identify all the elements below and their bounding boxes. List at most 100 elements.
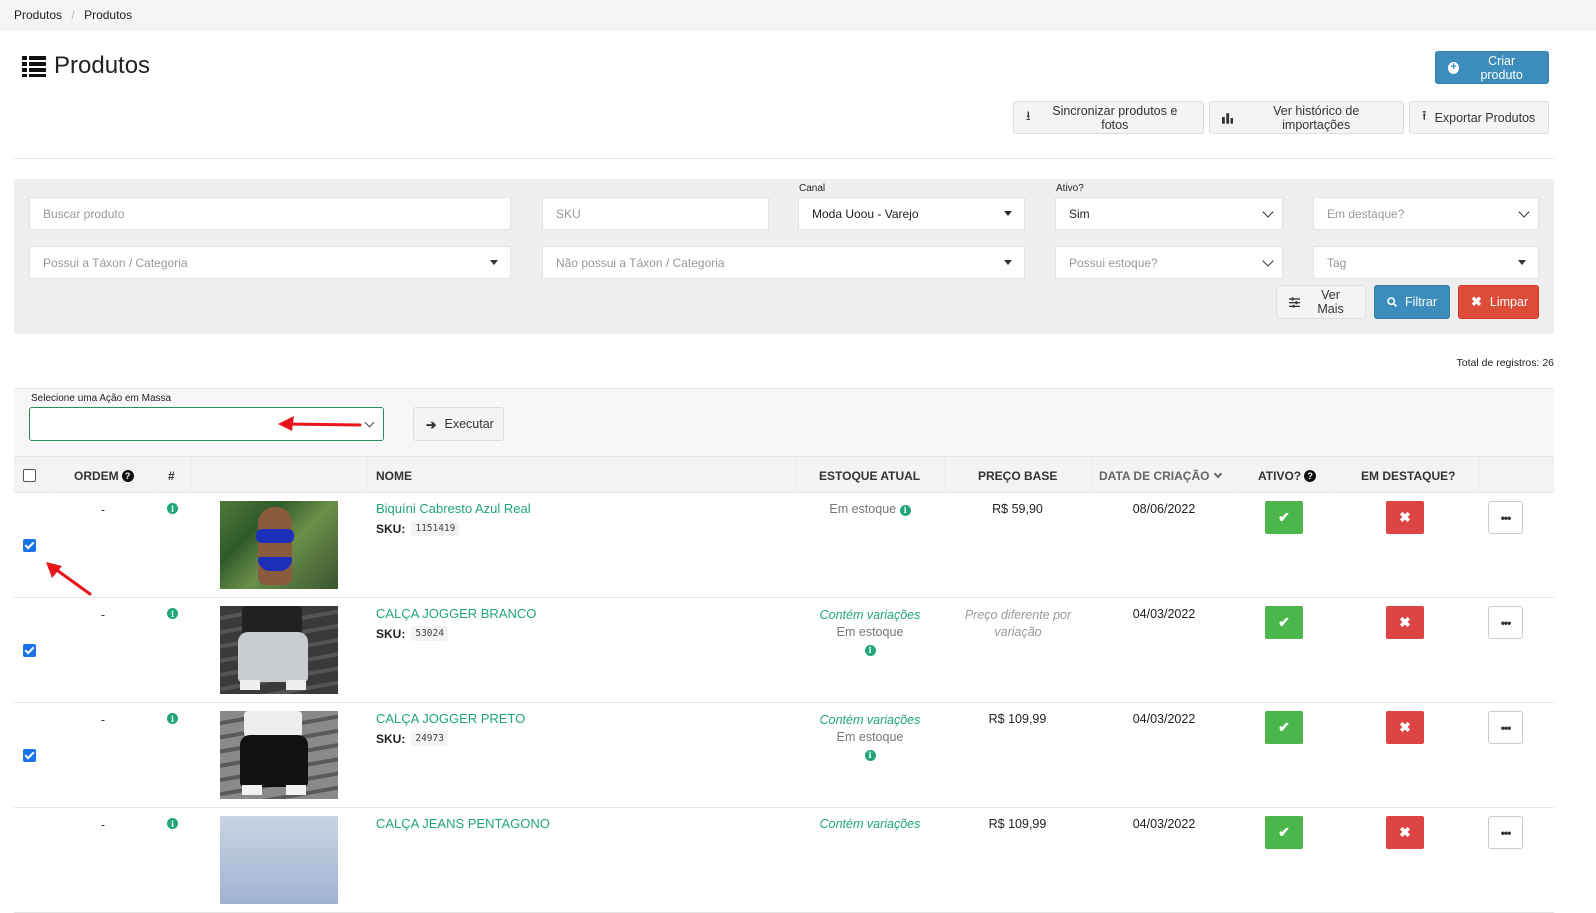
bar-chart-icon [1222,112,1234,124]
product-image-shoe [240,680,260,690]
active-select[interactable]: Sim [1055,197,1283,230]
product-sku: SKU: 1151419 [376,521,460,536]
table-header: ORDEM ? # NOME ESTOQUE ATUAL PREÇO BASE … [14,456,1554,493]
check-icon: ✔ [1278,614,1290,630]
column-stock[interactable]: ESTOQUE ATUAL [819,457,920,494]
column-featured[interactable]: EM DESTAQUE? [1361,457,1455,494]
column-active[interactable]: ATIVO? ? [1258,457,1317,494]
sku-input[interactable]: SKU [542,197,769,230]
row-actions-button[interactable]: ••• [1488,606,1523,639]
import-history-label: Ver histórico de importações [1273,103,1360,132]
see-more-button[interactable]: Ver Mais [1276,285,1366,319]
close-icon: ✖ [1399,614,1411,630]
featured-toggle-button[interactable]: ✖ [1386,501,1424,534]
column-order[interactable]: ORDEM ? [74,457,134,494]
create-product-button[interactable]: + Criar produto [1435,51,1549,84]
clear-button[interactable]: ✖ Limpar [1458,285,1539,319]
export-products-button[interactable]: ⭱ Exportar Produtos [1409,101,1549,134]
breadcrumb: Produtos / Produtos [0,0,1596,31]
see-more-label: Ver Mais [1317,288,1344,316]
sync-products-button[interactable]: ⭳ Sincronizar produtos e fotos [1013,101,1204,134]
product-thumbnail[interactable] [220,711,338,799]
info-icon[interactable]: i [864,750,876,761]
no-taxon-select[interactable]: Não possui a Táxon / Categoria [542,246,1025,279]
column-price[interactable]: PREÇO BASE [978,457,1057,494]
info-icon[interactable]: i [167,608,178,619]
active-toggle-button[interactable]: ✔ [1265,606,1303,639]
has-taxon-select[interactable]: Possui a Táxon / Categoria [29,246,511,279]
channel-select[interactable]: Moda Uoou - Varejo [798,197,1025,230]
caret-down-icon [1004,260,1012,265]
product-thumbnail[interactable] [220,606,338,694]
column-active-label: ATIVO? [1258,468,1302,483]
column-created-label: DATA DE CRIAÇÃO [1099,468,1210,483]
row-order: - [100,818,106,832]
featured-toggle-button[interactable]: ✖ [1386,606,1424,639]
execute-button[interactable]: ➔ Executar [413,407,504,441]
check-icon: ✔ [1278,719,1290,735]
search-input[interactable]: Buscar produto [29,197,511,230]
featured-toggle-button[interactable]: ✖ [1386,711,1424,744]
stock-status-text: Em estoque [836,625,904,639]
total-records: Total de registros: 26 [1456,357,1554,369]
close-icon: ✖ [1399,719,1411,735]
row-checkbox[interactable] [23,539,36,552]
stock-placeholder: Possui estoque? [1069,255,1158,270]
row-checkbox[interactable] [23,749,36,762]
column-hash: # [168,468,175,483]
info-icon[interactable]: i [167,713,178,724]
breadcrumb-item-produtos[interactable]: Produtos [14,8,62,22]
import-history-button[interactable]: Ver histórico de importações [1209,101,1404,134]
search-placeholder: Buscar produto [43,206,125,221]
chevron-down-icon [1214,469,1223,478]
question-icon: ? [1304,469,1317,482]
sku-label: SKU: [376,731,406,746]
featured-toggle-button[interactable]: ✖ [1386,816,1424,849]
product-image-garment [238,632,308,682]
chevron-down-icon [364,417,375,428]
info-icon[interactable]: i [864,645,876,656]
column-name[interactable]: NOME [376,457,412,494]
row-actions-button[interactable]: ••• [1488,816,1523,849]
stock-select[interactable]: Possui estoque? [1055,246,1283,279]
featured-select[interactable]: Em destaque? [1313,197,1539,230]
product-sku: SKU: 53024 [376,626,448,641]
no-taxon-placeholder: Não possui a Táxon / Categoria [556,255,725,270]
product-name-link[interactable]: CALÇA JOGGER BRANCO [376,606,536,621]
price-note: Preço diferente por variação [964,608,1072,639]
product-image-figure [244,711,302,737]
product-image-garment [240,735,308,787]
active-toggle-button[interactable]: ✔ [1265,711,1303,744]
row-actions-button[interactable]: ••• [1488,711,1523,744]
sku-label: SKU: [376,626,406,641]
tag-select[interactable]: Tag [1313,246,1539,279]
product-name-link[interactable]: Biquíni Cabresto Azul Real [376,501,531,516]
creation-date: 04/03/2022 [1132,712,1196,726]
product-name-link[interactable]: CALÇA JOGGER PRETO [376,711,525,726]
chevron-down-icon [1518,206,1530,218]
variations-text: Contém variações [819,608,921,622]
table-row: - i CALÇA JOGGER BRANCO SKU: 53024 Conté… [14,598,1554,703]
filter-button[interactable]: Filtrar [1374,285,1450,319]
info-icon[interactable]: i [167,818,178,829]
product-thumbnail[interactable] [220,816,338,904]
active-toggle-button[interactable]: ✔ [1265,501,1303,534]
sku-value: 53024 [411,626,448,641]
variations-text: Contém variações [819,713,921,727]
base-price: R$ 59,90 [992,502,1043,516]
row-actions-button[interactable]: ••• [1488,501,1523,534]
chevron-down-icon [1262,206,1274,218]
channel-label: Canal [799,183,826,194]
info-icon[interactable]: i [167,503,178,514]
select-all-checkbox[interactable] [23,469,36,482]
row-checkbox[interactable] [23,644,36,657]
column-created[interactable]: DATA DE CRIAÇÃO [1099,457,1223,494]
info-icon[interactable]: i [899,504,911,516]
product-name-link[interactable]: CALÇA JEANS PENTAGONO [376,816,550,831]
caret-down-icon [1518,260,1526,265]
sku-value: 1151419 [411,521,460,536]
filter-label: Filtrar [1405,295,1437,309]
active-toggle-button[interactable]: ✔ [1265,816,1303,849]
active-value: Sim [1069,206,1090,221]
product-thumbnail[interactable] [220,501,338,589]
